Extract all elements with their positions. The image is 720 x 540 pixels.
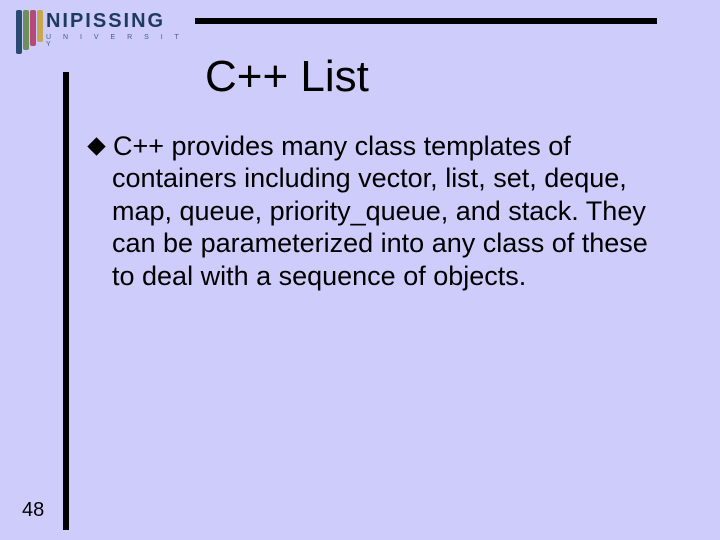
bullet-continuation: containers including vector, list, set, … xyxy=(112,162,672,292)
top-divider xyxy=(195,18,657,24)
logo-subtitle: U N I V E R S I T Y xyxy=(46,34,194,48)
logo-title: NIPISSING xyxy=(46,10,194,32)
bullet-first-line: C++ provides many class templates of xyxy=(113,131,571,161)
slide-title: C++ List xyxy=(205,52,369,102)
bullet-diamond-icon xyxy=(87,137,105,155)
left-divider xyxy=(63,72,69,530)
page-number: 48 xyxy=(22,499,44,522)
slide-body: C++ provides many class templates of con… xyxy=(90,130,672,292)
university-logo: NIPISSING U N I V E R S I T Y xyxy=(16,10,194,62)
logo-mark-icon xyxy=(16,10,41,54)
